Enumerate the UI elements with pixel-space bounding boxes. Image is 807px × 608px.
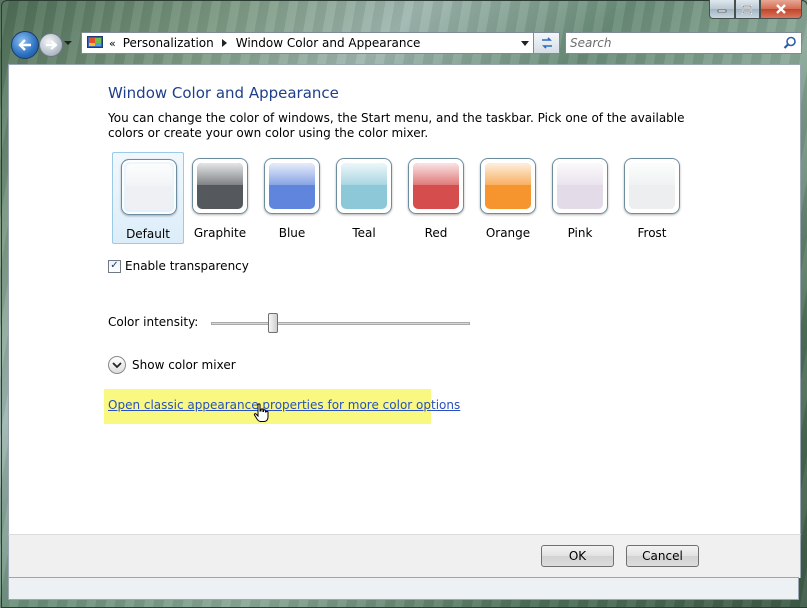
expand-chevron-icon[interactable] [108, 356, 126, 374]
address-bar[interactable]: « Personalization Window Color and Appea… [81, 32, 534, 54]
swatch-tile [408, 158, 464, 214]
back-arrow-icon [18, 39, 31, 51]
forward-button[interactable] [39, 33, 63, 57]
content-pane: Window Color and Appearance You can chan… [8, 64, 801, 535]
recent-pages-dropdown[interactable] [63, 38, 73, 48]
intensity-label: Color intensity: [108, 315, 199, 329]
control-panel-icon [87, 36, 103, 48]
swatch-gloss [197, 163, 243, 185]
show-mixer-label[interactable]: Show color mixer [132, 358, 236, 372]
breadcrumb-personalization[interactable]: Personalization [123, 36, 214, 50]
search-icon[interactable] [783, 36, 797, 50]
swatch-tile [624, 158, 680, 214]
minimize-button[interactable] [709, 0, 735, 19]
swatch-tile [264, 158, 320, 214]
swatch-gloss [269, 163, 315, 185]
swatch-label: Blue [278, 226, 306, 240]
swatch-tile [121, 159, 177, 215]
dialog-footer: OK Cancel [8, 534, 801, 578]
swatch-label: Orange [485, 226, 531, 240]
address-dropdown-arrow[interactable] [521, 41, 529, 46]
swatch-pink[interactable]: Pink [544, 152, 616, 244]
intensity-slider-track[interactable] [211, 322, 470, 325]
minimize-icon [717, 9, 727, 13]
swatch-gloss [557, 163, 603, 185]
swatch-graphite[interactable]: Graphite [184, 152, 256, 244]
refresh-button[interactable] [534, 32, 560, 54]
refresh-icon [541, 37, 552, 49]
swatch-label: Frost [637, 226, 667, 240]
swatch-blue[interactable]: Blue [256, 152, 328, 244]
swatch-frost[interactable]: Frost [616, 152, 688, 244]
ok-button[interactable]: OK [541, 545, 614, 567]
swatch-gloss [413, 163, 459, 185]
breadcrumb-separator-arrow[interactable] [221, 39, 227, 47]
swatch-label: Teal [352, 226, 376, 240]
hand-cursor-icon [253, 403, 269, 422]
maximize-icon [742, 4, 753, 14]
swatch-tile [192, 158, 248, 214]
search-box[interactable] [565, 32, 802, 54]
swatch-label: Graphite [193, 226, 247, 240]
close-icon [776, 4, 786, 14]
swatch-teal[interactable]: Teal [328, 152, 400, 244]
color-swatch-list: Default Graphite Blue Teal Red Orange Pi… [112, 152, 688, 244]
swatch-gloss [126, 164, 172, 186]
intensity-slider-thumb[interactable] [268, 313, 279, 333]
swatch-tile [552, 158, 608, 214]
status-bar [8, 577, 799, 600]
classic-appearance-link[interactable]: Open classic appearance properties for m… [108, 398, 460, 412]
swatch-orange[interactable]: Orange [472, 152, 544, 244]
navigation-bar: « Personalization Window Color and Appea… [8, 30, 807, 60]
swatch-label: Default [126, 227, 170, 241]
transparency-option[interactable]: ✓ Enable transparency [108, 259, 249, 273]
maximize-button[interactable] [734, 0, 760, 19]
caption-buttons [709, 0, 802, 19]
transparency-checkbox[interactable]: ✓ [108, 259, 121, 273]
page-description: You can change the color of windows, the… [108, 111, 685, 140]
breadcrumb-window-color[interactable]: Window Color and Appearance [236, 36, 421, 50]
swatch-gloss [629, 163, 675, 185]
swatch-default[interactable]: Default [112, 152, 184, 244]
search-input[interactable] [570, 35, 770, 51]
swatch-gloss [341, 163, 387, 185]
cancel-button[interactable]: Cancel [626, 545, 699, 567]
swatch-label: Pink [567, 226, 593, 240]
address-overflow-chevron[interactable]: « [109, 37, 116, 50]
checkmark-icon: ✓ [110, 260, 119, 271]
swatch-tile [336, 158, 392, 214]
swatch-red[interactable]: Red [400, 152, 472, 244]
close-button[interactable] [759, 0, 802, 19]
page-title: Window Color and Appearance [108, 84, 339, 102]
back-button[interactable] [11, 31, 39, 59]
transparency-label: Enable transparency [125, 259, 249, 273]
show-mixer-toggle[interactable]: Show color mixer [108, 356, 236, 374]
swatch-gloss [485, 163, 531, 185]
forward-arrow-icon [46, 40, 57, 50]
swatch-label: Red [424, 226, 448, 240]
swatch-tile [480, 158, 536, 214]
chevron-down-icon [112, 361, 122, 368]
